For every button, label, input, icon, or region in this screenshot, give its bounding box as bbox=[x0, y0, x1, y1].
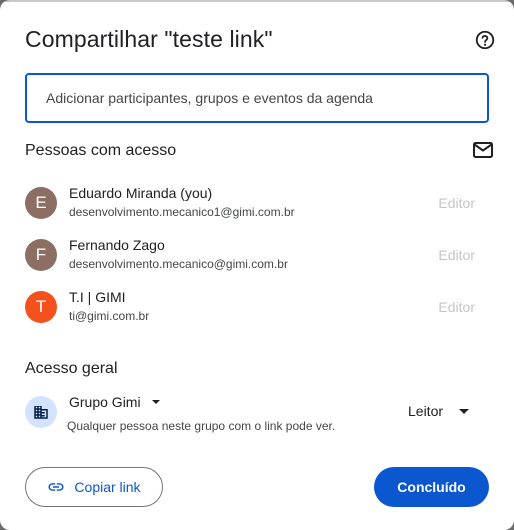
help-icon[interactable] bbox=[474, 29, 496, 51]
avatar: E bbox=[25, 187, 57, 219]
caret-down-icon bbox=[459, 408, 470, 414]
person-row: F Fernando Zago desenvolvimento.mecanico… bbox=[25, 237, 489, 277]
person-email: desenvolvimento.mecanico1@gimi.com.br bbox=[69, 205, 295, 219]
access-description: Qualquer pessoa neste grupo com o link p… bbox=[67, 419, 336, 433]
access-role-label: Leitor bbox=[408, 403, 444, 419]
caret-down-icon bbox=[151, 400, 160, 404]
people-section-title: Pessoas com acesso bbox=[25, 142, 177, 159]
general-access-title: Acesso geral bbox=[25, 360, 118, 377]
person-role: Editor bbox=[438, 195, 475, 211]
copy-link-button[interactable]: Copiar link bbox=[25, 467, 163, 507]
copy-link-label: Copiar link bbox=[74, 479, 141, 495]
share-dialog: Compartilhar "teste link" Pessoas com ac… bbox=[0, 0, 514, 530]
done-button[interactable]: Concluído bbox=[374, 467, 489, 507]
link-icon bbox=[48, 483, 64, 491]
person-email: ti@gimi.com.br bbox=[69, 309, 150, 323]
top-divider bbox=[0, 0, 514, 2]
avatar: T bbox=[25, 291, 57, 323]
person-name: Eduardo Miranda (you) bbox=[69, 185, 213, 201]
person-role: Editor bbox=[438, 299, 475, 315]
person-role: Editor bbox=[438, 247, 475, 263]
person-name: Fernando Zago bbox=[69, 237, 165, 253]
group-access-dropdown[interactable]: Grupo Gimi bbox=[69, 394, 160, 410]
access-role-dropdown[interactable]: Leitor bbox=[408, 403, 470, 419]
avatar: F bbox=[25, 239, 57, 271]
group-name: Grupo Gimi bbox=[69, 394, 141, 410]
mail-icon[interactable] bbox=[473, 141, 493, 159]
person-email: desenvolvimento.mecanico@gimi.com.br bbox=[69, 257, 288, 271]
dialog-title: Compartilhar "teste link" bbox=[25, 26, 273, 52]
domain-icon bbox=[25, 396, 57, 428]
person-row: E Eduardo Miranda (you) desenvolvimento.… bbox=[25, 185, 489, 225]
person-row: T T.I | GIMI ti@gimi.com.br Editor bbox=[25, 289, 489, 329]
person-name: T.I | GIMI bbox=[69, 289, 126, 305]
add-people-input[interactable] bbox=[25, 73, 489, 123]
